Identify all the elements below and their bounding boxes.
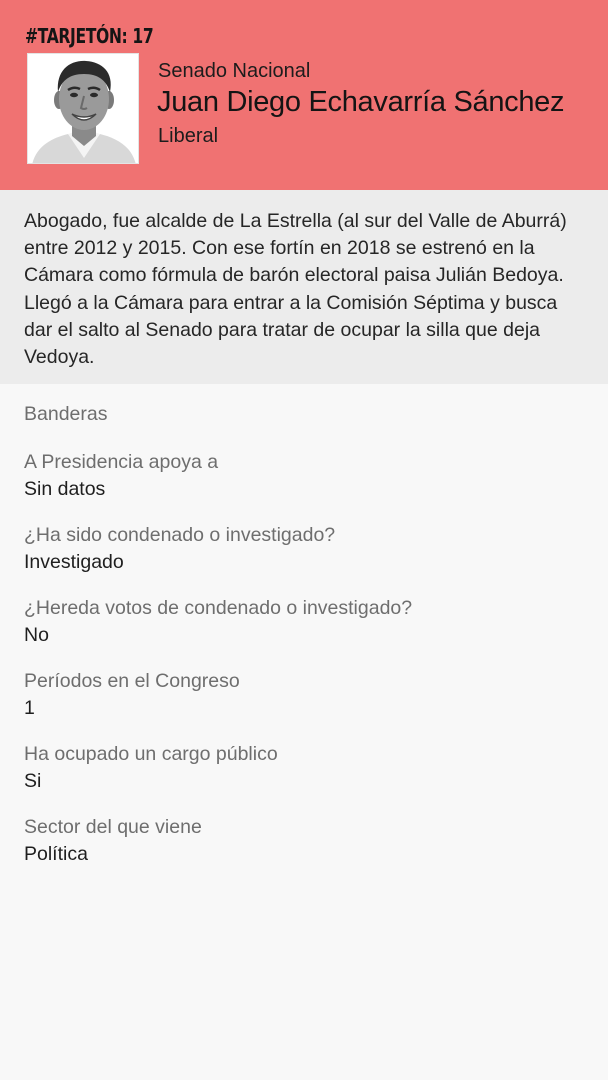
field-value: Política: [24, 843, 88, 865]
ballot-number-tag: #TARJETÓN: 17: [25, 24, 154, 48]
field-label: Períodos en el Congreso: [24, 670, 240, 692]
candidate-photo: [27, 53, 139, 164]
party-label: Liberal: [158, 125, 219, 147]
flag-sector: Sector del que viene Política: [24, 815, 584, 866]
field-label: ¿Hereda votos de condenado o investigado…: [24, 597, 413, 619]
flags-title: Banderas: [24, 403, 108, 425]
candidate-header: #TARJETÓN: 17 Senado Nacional Juan Diego…: [0, 0, 608, 190]
flags-section: Banderas A Presidencia apoya a Sin datos…: [0, 384, 608, 866]
field-value: Sin datos: [24, 478, 106, 500]
flag-convicted-investigated: ¿Ha sido condenado o investigado? Invest…: [24, 523, 584, 574]
field-value: No: [24, 624, 49, 646]
candidate-name: Juan Diego Echavarría Sánchez: [157, 86, 565, 118]
field-value: Si: [24, 770, 42, 792]
flag-public-office: Ha ocupado un cargo público Si: [24, 742, 584, 793]
field-label: Ha ocupado un cargo público: [24, 743, 278, 765]
field-value: 1: [24, 697, 35, 719]
flag-inherits-votes: ¿Hereda votos de condenado o investigado…: [24, 596, 584, 647]
chamber-label: Senado Nacional: [158, 60, 311, 82]
field-label: Sector del que viene: [24, 816, 202, 838]
field-label: ¿Ha sido condenado o investigado?: [24, 524, 336, 546]
flag-presidency-support: A Presidencia apoya a Sin datos: [24, 450, 584, 501]
flag-congress-periods: Períodos en el Congreso 1: [24, 669, 584, 720]
candidate-bio: Abogado, fue alcalde de La Estrella (al …: [0, 190, 608, 384]
field-label: A Presidencia apoya a: [24, 451, 219, 473]
field-value: Investigado: [24, 551, 124, 573]
